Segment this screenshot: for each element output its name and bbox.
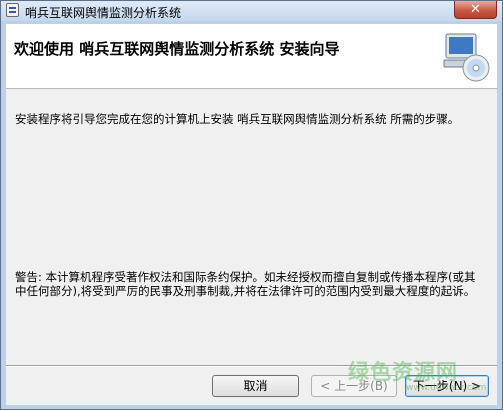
title-bar[interactable]: 哨兵互联网舆情监测分析系统 ✕: [1, 1, 502, 21]
watermark-url: www.downcc.com: [406, 383, 487, 393]
computer-cd-icon: [443, 33, 490, 82]
content-area: 安装程序将引导您完成在您的计算机上安装 哨兵互联网舆情监测分析系统 所需的步骤。…: [6, 89, 497, 365]
app-icon: [6, 3, 19, 17]
cancel-button[interactable]: 取消: [212, 375, 299, 397]
intro-text: 安装程序将引导您完成在您的计算机上安装 哨兵互联网舆情监测分析系统 所需的步骤。: [15, 112, 460, 126]
header-banner: 欢迎使用 哨兵互联网舆情监测分析系统 安装向导: [6, 24, 497, 89]
wizard-heading: 欢迎使用 哨兵互联网舆情监测分析系统 安装向导: [14, 40, 340, 58]
installer-window: 哨兵互联网舆情监测分析系统 ✕ 欢迎使用 哨兵互联网舆情监测分析系统 安装向导 …: [0, 0, 503, 410]
copyright-warning: 警告: 本计算机程序受著作权法和国际条约保护。如未经授权而擅自复制或传播本程序(…: [15, 270, 476, 298]
window-title: 哨兵互联网舆情监测分析系统: [25, 6, 182, 20]
watermark-logo: 绿色资源网: [348, 360, 458, 384]
close-button[interactable]: ✕: [454, 1, 497, 19]
